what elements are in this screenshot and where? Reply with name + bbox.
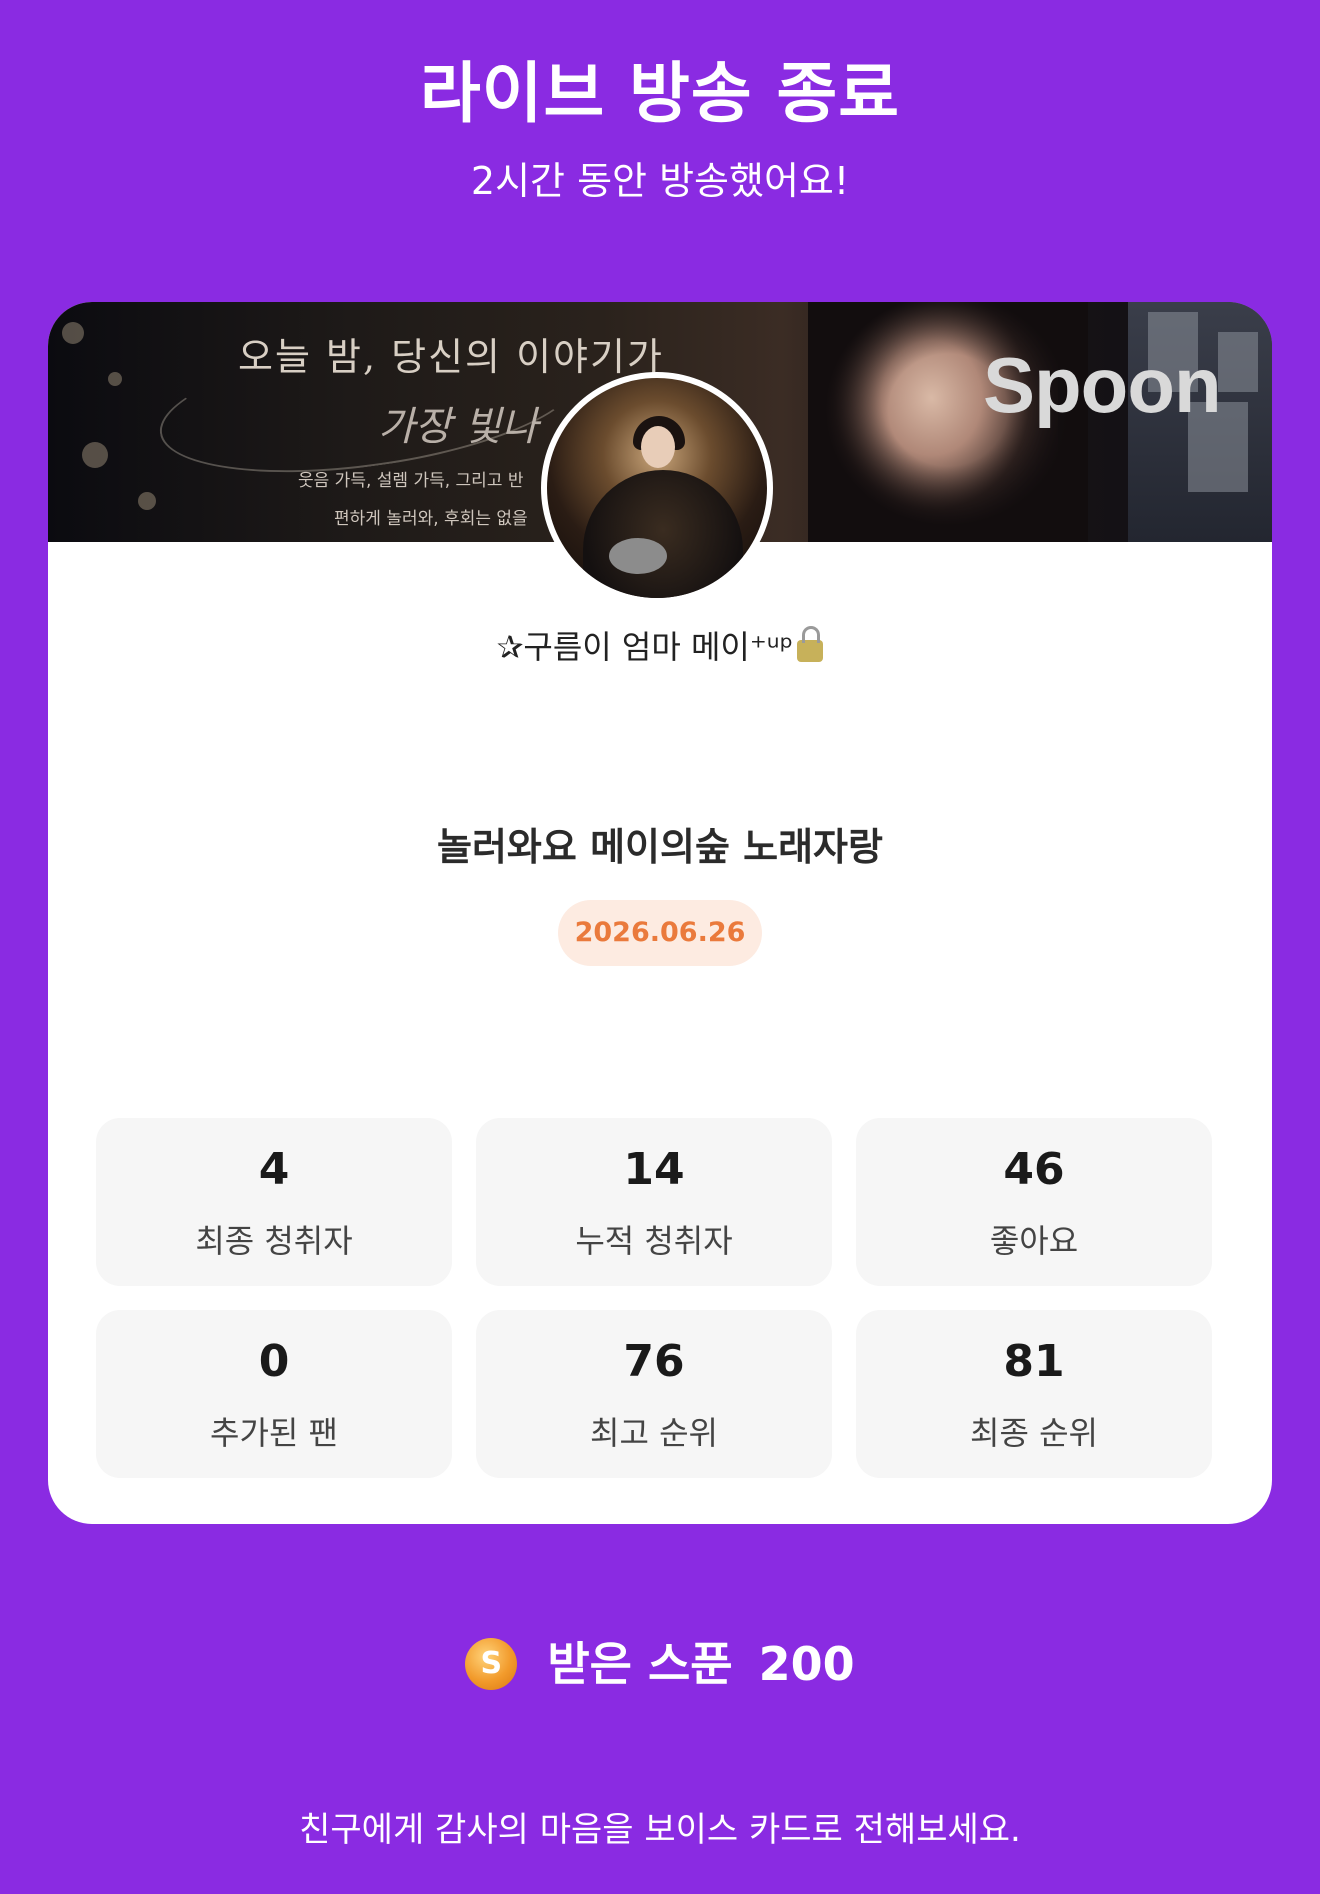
live-title: 놀러와요 메이의숲 노래자랑 xyxy=(437,825,883,869)
broadcast-duration: 2시간 동안 방송했어요! xyxy=(470,159,850,203)
stat-best-rank: 76 최고 순위 xyxy=(476,1310,832,1478)
stat-final-rank: 81 최종 순위 xyxy=(856,1310,1212,1478)
stat-value: 4 xyxy=(258,1144,290,1195)
dj-nickname: ✰구름이 엄마 메이⁺ᵘᵖ xyxy=(48,622,1272,668)
banner-caption-2: 편하게 놀러와, 후회는 없을 xyxy=(334,509,528,529)
stat-value: 81 xyxy=(1003,1336,1065,1387)
lock-icon xyxy=(797,626,824,662)
date-badge: 2026.06.26 xyxy=(558,900,762,966)
received-spoons-amount: 200 xyxy=(758,1637,855,1691)
stat-label: 추가된 팬 xyxy=(210,1414,338,1452)
live-summary-card: 오늘 밤, 당신의 이야기가 가장 빛나 웃음 가득, 설렘 가득, 그리고 반… xyxy=(48,302,1272,1524)
stat-label: 최고 순위 xyxy=(590,1414,718,1452)
received-spoons: S 받은 스푼 200 xyxy=(0,1628,1320,1694)
stat-value: 76 xyxy=(623,1336,685,1387)
bokeh-light xyxy=(82,442,108,468)
stat-label: 좋아요 xyxy=(989,1222,1079,1260)
stat-label: 최종 청취자 xyxy=(195,1222,353,1260)
stat-label: 최종 순위 xyxy=(970,1414,1098,1452)
spoon-coin-icon: S xyxy=(465,1637,518,1690)
poster xyxy=(1218,332,1258,392)
received-spoons-label: 받은 스푼 xyxy=(547,1637,733,1691)
voice-card-prompt[interactable]: 친구에게 감사의 마음을 보이스 카드로 전해보세요. xyxy=(0,1802,1320,1851)
stat-label: 누적 청취자 xyxy=(575,1222,733,1260)
banner-headline-2: 가장 빛나 xyxy=(378,404,538,450)
avatar-face xyxy=(641,426,675,468)
stat-value: 0 xyxy=(258,1336,290,1387)
stat-likes: 46 좋아요 xyxy=(856,1118,1212,1286)
stat-total-listeners: 14 누적 청취자 xyxy=(476,1118,832,1286)
stat-new-fans: 0 추가된 팬 xyxy=(96,1310,452,1478)
bokeh-light xyxy=(138,492,156,510)
avatar-coat xyxy=(583,470,743,598)
stat-value: 14 xyxy=(623,1144,685,1195)
banner-caption-1: 웃음 가득, 설렘 가득, 그리고 반 xyxy=(298,471,524,491)
nickname-text: ✰구름이 엄마 메이⁺ᵘᵖ xyxy=(496,628,794,666)
page-title: 라이브 방송 종료 xyxy=(420,55,900,132)
avatar[interactable] xyxy=(541,372,773,604)
bokeh-light xyxy=(62,322,84,344)
banner-headline: 오늘 밤, 당신의 이야기가 xyxy=(238,335,664,379)
bokeh-light xyxy=(108,372,122,386)
stat-final-listeners: 4 최종 청취자 xyxy=(96,1118,452,1286)
spoon-logo: Spoon xyxy=(983,341,1222,429)
avatar-cat xyxy=(609,538,667,574)
stat-value: 46 xyxy=(1003,1144,1065,1195)
